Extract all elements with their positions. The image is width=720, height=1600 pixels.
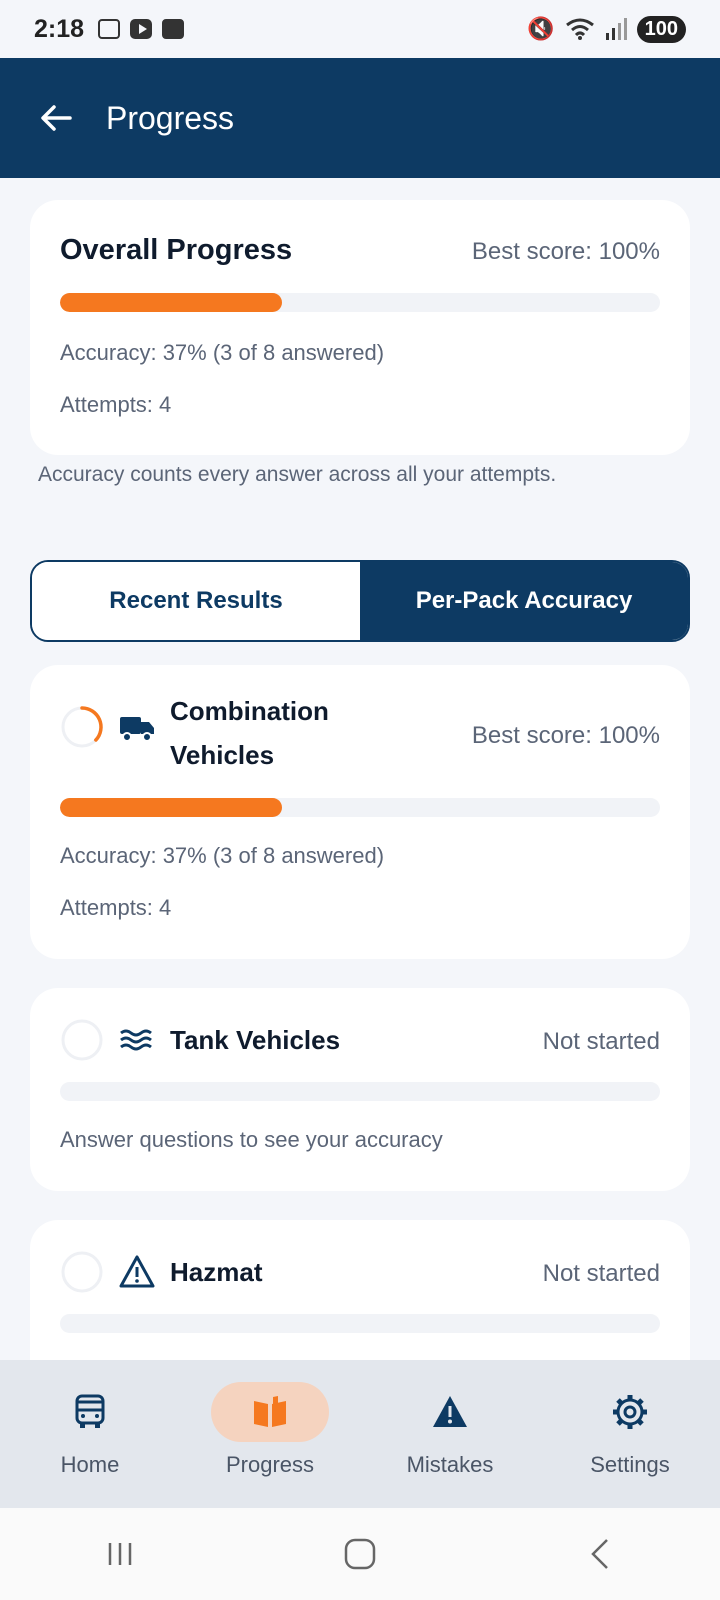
nav-label: Mistakes (406, 1452, 494, 1477)
page-title: Progress (106, 99, 235, 136)
pack-name: Combination Vehicles (170, 696, 329, 770)
screenshot-icon (98, 19, 121, 39)
status-bar: 2:18 🔇 100 (0, 0, 720, 58)
nav-progress[interactable]: Progress (185, 1382, 355, 1478)
nav-settings[interactable]: Settings (545, 1382, 715, 1478)
overall-accuracy: Accuracy: 37% (3 of 8 answered) (60, 340, 385, 365)
nav-label: Settings (590, 1452, 670, 1477)
pack-best-score: Best score: 100% (471, 722, 660, 749)
results-tabs: Recent Results Per-Pack Accuracy (30, 560, 690, 642)
mute-icon: 🔇 (527, 16, 555, 41)
pack-accuracy: Accuracy: 37% (3 of 8 answered) (60, 843, 385, 868)
tab-per-pack-accuracy[interactable]: Per-Pack Accuracy (360, 562, 688, 640)
recents-button[interactable] (90, 1534, 150, 1574)
pack-progress-fill (60, 798, 282, 817)
nav-label: Progress (225, 1452, 315, 1477)
status-time: 2:18 (34, 14, 85, 43)
pack-attempts: Attempts: 4 (60, 895, 172, 920)
pack-progress-bar (60, 1314, 660, 1333)
pack-card-hazmat[interactable]: Hazmat Not started (30, 1220, 690, 1360)
arrow-left-icon (41, 105, 72, 131)
overall-progress-title: Overall Progress (60, 234, 293, 266)
app-bar: Progress (0, 58, 720, 178)
warning-icon (433, 1396, 467, 1427)
gear-icon (613, 1395, 647, 1429)
system-nav-bar (0, 1508, 720, 1600)
checkbox-icon (162, 19, 185, 39)
battery-indicator: 100 (636, 15, 686, 43)
home-circle-icon (344, 1538, 376, 1570)
progress-ring (61, 1251, 103, 1293)
nav-home[interactable]: Home (5, 1382, 175, 1478)
bus-icon (75, 1394, 105, 1428)
back-button[interactable] (38, 100, 74, 136)
progress-ring (61, 1019, 103, 1061)
truck-icon (120, 717, 154, 742)
overall-attempts: Attempts: 4 (60, 392, 172, 417)
warning-icon (119, 1255, 155, 1288)
bottom-nav: Home Progress Mistakes Settings (0, 1360, 720, 1508)
accuracy-note: Accuracy counts every answer across all … (38, 463, 557, 486)
pack-hint: Answer questions to see your accuracy (60, 1127, 443, 1152)
pack-card-combination-vehicles[interactable]: Combination Vehicles Best score: 100% Ac… (30, 665, 690, 959)
home-button[interactable] (330, 1534, 390, 1574)
waves-icon (120, 1029, 152, 1051)
back-system-button[interactable] (570, 1534, 630, 1574)
chevron-left-icon (591, 1539, 608, 1569)
pack-name: Hazmat (170, 1257, 263, 1287)
nav-label: Home (60, 1452, 120, 1477)
signal-icon (605, 18, 627, 40)
recents-icon (108, 1543, 132, 1565)
pack-status: Not started (542, 1260, 660, 1287)
pack-progress-bar (60, 798, 660, 817)
tab-recent-results[interactable]: Recent Results (32, 562, 360, 640)
overall-progress-card: Overall Progress Best score: 100% Accura… (30, 200, 690, 455)
content-scroll[interactable]: Overall Progress Best score: 100% Accura… (0, 178, 720, 1360)
pack-status: Not started (542, 1028, 660, 1055)
pack-progress-bar (60, 1082, 660, 1101)
book-icon (254, 1396, 286, 1427)
overall-best-score: Best score: 100% (471, 238, 660, 265)
wifi-icon (565, 18, 594, 40)
youtube-icon (130, 19, 153, 39)
overall-progress-bar (60, 293, 660, 312)
progress-ring (61, 706, 103, 748)
overall-progress-fill (60, 293, 282, 312)
pack-name: Tank Vehicles (170, 1025, 341, 1055)
nav-mistakes[interactable]: Mistakes (365, 1382, 535, 1478)
pack-card-tank-vehicles[interactable]: Tank Vehicles Not started Answer questio… (30, 988, 690, 1191)
